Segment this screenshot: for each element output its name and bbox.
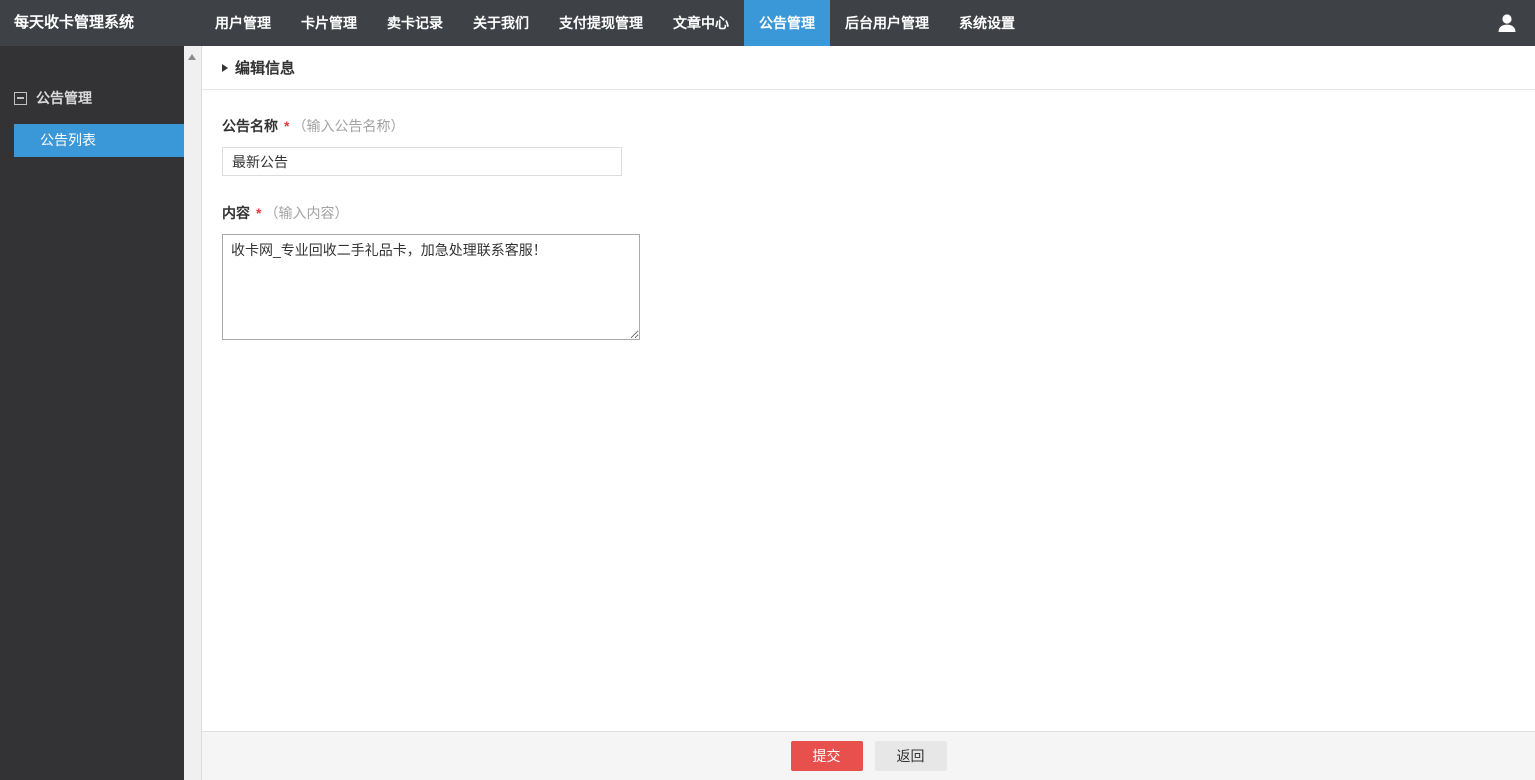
section-title: 编辑信息 [235, 60, 296, 77]
scrollbar-up-arrow-icon[interactable] [188, 54, 196, 60]
caret-right-icon [222, 63, 228, 72]
content-textarea[interactable]: 收卡网_专业回收二手礼品卡，加急处理联系客服！ [222, 234, 640, 340]
nav-item-card-sale-records[interactable]: 卖卡记录 [372, 0, 458, 46]
nav-item-system-settings[interactable]: 系统设置 [944, 0, 1030, 46]
content-label: 内容 [222, 205, 250, 221]
nav-item-payment-withdrawal[interactable]: 支付提现管理 [544, 0, 658, 46]
back-button[interactable]: 返回 [874, 741, 947, 771]
user-account-icon[interactable] [1495, 11, 1519, 35]
announcement-name-label: 公告名称 [222, 118, 278, 134]
app-title: 每天收卡管理系统 [14, 14, 135, 31]
content-hint: （输入内容） [264, 205, 349, 221]
section-header: 编辑信息 [202, 46, 1535, 90]
announcement-name-hint: （输入公告名称） [292, 118, 405, 134]
nav-item-about-us[interactable]: 关于我们 [458, 0, 544, 46]
nav-item-user-management[interactable]: 用户管理 [200, 0, 286, 46]
collapse-minus-icon[interactable] [14, 91, 27, 105]
edit-form: 公告名称*（输入公告名称） 内容*（输入内容） 收卡网_专业回收二手礼品卡，加急… [202, 90, 1535, 731]
nav-item-article-center[interactable]: 文章中心 [658, 0, 744, 46]
top-nav-menu: 用户管理 卡片管理 卖卡记录 关于我们 支付提现管理 文章中心 公告管理 后台用… [200, 0, 1495, 46]
nav-item-card-management[interactable]: 卡片管理 [286, 0, 372, 46]
nav-item-backend-user-management[interactable]: 后台用户管理 [830, 0, 944, 46]
announcement-name-label-row: 公告名称 * （输入公告名称） [222, 116, 1515, 136]
sidebar-group-label: 公告管理 [36, 90, 92, 106]
sidebar-item-announcement-list[interactable]: 公告列表 [14, 124, 184, 157]
required-asterisk: * [284, 118, 290, 134]
announcement-name-input[interactable] [222, 147, 622, 176]
form-footer: 提交 返回 [202, 731, 1535, 780]
top-navbar: 每天收卡管理系统 用户管理 卡片管理 卖卡记录 关于我们 支付提现管理 文章中心… [0, 0, 1535, 46]
nav-item-announcement-management[interactable]: 公告管理 [744, 0, 830, 46]
vertical-scrollbar[interactable] [184, 46, 201, 780]
sidebar-group-announcement[interactable]: 公告管理 [0, 88, 184, 108]
main-content: 编辑信息 公告名称*（输入公告名称） 内容*（输入内容） 收卡网_专业回收二手礼… [201, 46, 1535, 780]
topbar-right [1495, 0, 1535, 46]
submit-button[interactable]: 提交 [790, 741, 863, 771]
sidebar: 公告管理 公告列表 [0, 46, 184, 780]
content-label-row: 内容 * （输入内容） [222, 203, 1515, 223]
page-body: 公告管理 公告列表 编辑信息 公告名称*（输入公告名称） 内容*（输入内容） 收… [0, 46, 1535, 780]
required-asterisk: * [256, 205, 262, 221]
